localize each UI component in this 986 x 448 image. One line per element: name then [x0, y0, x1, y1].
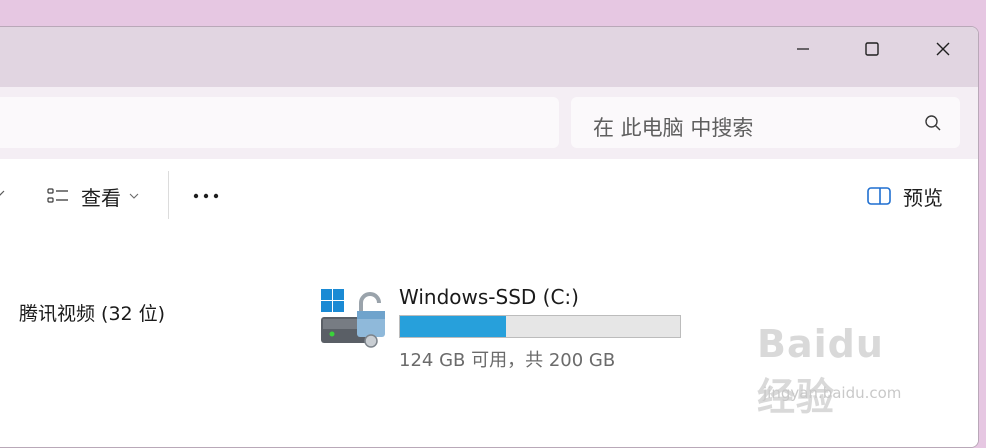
- title-bar: [0, 27, 978, 87]
- drive-c-item[interactable]: Windows-SSD (C:) 124 GB 可用，共 200 GB: [321, 281, 701, 381]
- view-label: 查看: [81, 185, 121, 210]
- maximize-icon: [865, 42, 879, 56]
- preview-label: 预览: [903, 185, 943, 210]
- ellipsis-icon: [193, 193, 219, 199]
- view-button[interactable]: 查看: [47, 181, 139, 211]
- command-bar: 查看 预览: [0, 159, 978, 230]
- watermark-main: Baidu 经验: [757, 322, 884, 419]
- close-button[interactable]: [921, 35, 965, 63]
- list-item[interactable]: 腾讯视频 (32 位): [0, 297, 165, 327]
- preview-pane-button[interactable]: 预览: [867, 181, 943, 211]
- list-view-icon: [47, 188, 68, 203]
- toolbar-divider: [168, 171, 169, 219]
- close-icon: [936, 42, 950, 56]
- tencent-video-icon: [0, 304, 1, 320]
- drive-name: Windows-SSD (C:): [399, 285, 579, 309]
- drive-locked-icon: [321, 289, 385, 348]
- search-icon: [925, 115, 941, 131]
- drive-usage-bar: [399, 315, 681, 338]
- baidu-watermark: Baidu 经验 jingyan.baidu.com: [755, 322, 935, 422]
- minimize-icon: [797, 48, 809, 50]
- drive-usage-fill: [400, 316, 507, 337]
- chevron-down-icon[interactable]: [0, 187, 5, 199]
- preview-pane-icon: [867, 187, 891, 205]
- tencent-video-label: 腾讯视频 (32 位): [19, 302, 166, 325]
- maximize-button[interactable]: [850, 35, 894, 63]
- address-bar[interactable]: [0, 97, 559, 148]
- drive-size-text: 124 GB 可用，共 200 GB: [399, 350, 616, 371]
- search-input[interactable]: 在 此电脑 中搜索: [571, 97, 960, 148]
- watermark-sub: jingyan.baidu.com: [763, 384, 902, 402]
- chevron-down-icon: [129, 193, 139, 199]
- address-bar-row: 在 此电脑 中搜索: [0, 87, 978, 159]
- more-options-button[interactable]: [191, 181, 221, 211]
- search-placeholder: 在 此电脑 中搜索: [593, 116, 754, 140]
- minimize-button[interactable]: [781, 35, 825, 63]
